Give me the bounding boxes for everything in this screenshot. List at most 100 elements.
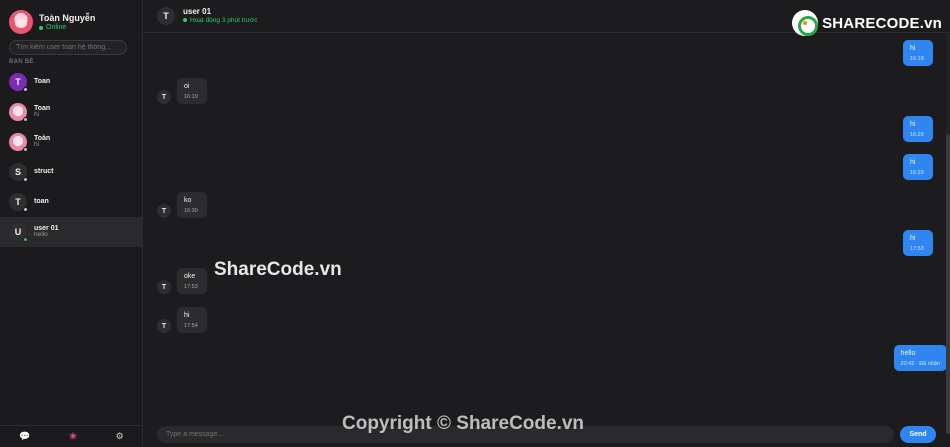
message-text: hi — [910, 45, 916, 52]
message-bubble[interactable]: oi 16:19 — [177, 78, 207, 104]
status-dot-icon — [23, 147, 28, 152]
status-dot-icon — [23, 177, 28, 182]
status-dot-icon — [23, 207, 28, 212]
message-list: hi 16:18 T oi 16:19 hi 16:29 hi 16:29 T … — [143, 34, 950, 421]
sender-avatar: T — [157, 90, 171, 104]
message-text: hello — [900, 350, 916, 357]
send-button[interactable]: Send — [900, 425, 936, 443]
contact-text: Toan — [34, 78, 50, 85]
contact-avatar — [9, 103, 28, 122]
user-search-input[interactable] — [9, 40, 127, 55]
message-bubble[interactable]: hi 17:54 — [177, 307, 207, 333]
message-time: 17:54 — [184, 323, 198, 329]
contact-item[interactable]: T toan — [0, 187, 142, 217]
message-bubble[interactable]: ko 16:30 — [177, 192, 207, 218]
message-bubble[interactable]: hello 20:42 · Đã nhận — [893, 345, 947, 371]
current-user-name: Toàn Nguyễn — [39, 13, 96, 23]
gear-icon[interactable]: ⚙ — [116, 431, 124, 442]
message-time: 16:30 — [184, 208, 198, 214]
message-text: oi — [184, 83, 190, 90]
contact-avatar: S — [9, 163, 28, 182]
message-incoming: T ko 16:30 — [157, 192, 207, 218]
contact-initial: T — [15, 77, 21, 87]
contact-avatar: U — [9, 223, 28, 242]
brain-icon[interactable]: ❀ — [69, 431, 77, 442]
message-outgoing: hi 17:53 — [903, 230, 933, 256]
watermark-text: ShareCode.vn — [214, 259, 342, 280]
message-incoming: T oi 16:19 — [157, 78, 207, 104]
scrollbar-thumb[interactable] — [946, 134, 950, 434]
sender-avatar: T — [157, 204, 171, 218]
contact-last-message: hello — [34, 231, 48, 239]
message-time: 17:53 — [910, 246, 924, 252]
current-user-status: Online — [39, 24, 95, 31]
message-text: ko — [184, 197, 192, 204]
message-text: oke — [184, 273, 196, 280]
message-text: hi — [910, 121, 916, 128]
message-time: 16:19 — [184, 94, 198, 100]
message-outgoing: hi 16:18 — [903, 40, 933, 66]
chat-partner-name: user 01 — [183, 7, 212, 17]
online-dot-icon — [23, 237, 28, 242]
chat-icon[interactable]: 💬 — [19, 431, 30, 442]
message-incoming: T hi 17:54 — [157, 307, 207, 333]
contact-name: Toan — [34, 78, 51, 86]
contact-avatar: T — [9, 73, 28, 92]
message-bubble[interactable]: oke 17:53 — [177, 268, 207, 294]
sharecode-logo: SHARECODE.vn — [792, 10, 942, 36]
contact-item[interactable]: Toan hi — [0, 97, 142, 127]
contact-item-active[interactable]: U user 01 hello — [0, 217, 142, 247]
sidebar-bottom-bar: 💬 ❀ ⚙ — [0, 425, 143, 447]
status-dot-icon — [23, 87, 28, 92]
current-user-info: Toàn Nguyễn Online — [39, 13, 95, 31]
message-bubble[interactable]: hi 16:29 — [903, 154, 933, 180]
status-dot-icon — [23, 117, 28, 122]
contact-name: toan — [34, 198, 49, 206]
contact-avatar — [9, 133, 28, 152]
message-text: hi — [910, 235, 916, 242]
message-text: hi — [910, 159, 916, 166]
copyright-watermark: Copyright © ShareCode.vn — [342, 413, 585, 434]
contact-name: struct — [34, 168, 54, 176]
chat-partner-status: Hoạt động 3 phút trước — [183, 17, 258, 24]
message-time: 17:53 — [184, 284, 198, 290]
current-user-status-text: Online — [46, 24, 67, 31]
status-dot-icon — [183, 18, 187, 23]
chat-partner-status-text: Hoạt động 3 phút trước — [190, 16, 258, 24]
sidebar: Toàn Nguyễn Online BẠN BÈ T Toan Toan — [0, 0, 143, 447]
sharecode-logo-text: SHARECODE.vn — [822, 15, 942, 32]
current-user[interactable]: Toàn Nguyễn Online — [0, 0, 142, 36]
friends-section-label: BẠN BÈ — [9, 59, 34, 65]
online-dot-icon — [39, 25, 43, 30]
logo-main: SHARECODE — [822, 14, 920, 32]
chat-panel: T user 01 Hoạt động 3 phút trước hi 16:1… — [143, 0, 950, 447]
contact-text: user 01 hello — [34, 225, 59, 239]
contact-avatar: T — [9, 193, 28, 212]
message-outgoing: hi 16:29 — [903, 154, 933, 180]
message-incoming: T oke 17:53 — [157, 268, 207, 294]
message-time: 16:29 — [910, 132, 924, 138]
message-bubble[interactable]: hi 16:29 — [903, 116, 933, 142]
contact-text: toan — [34, 198, 49, 205]
contact-text: struct — [34, 168, 53, 175]
message-time: 16:18 — [910, 56, 924, 62]
contact-list: T Toan Toan hi Toàn hi S struct T toan U… — [0, 67, 142, 247]
contact-item[interactable]: Toàn hi — [0, 127, 142, 157]
contact-item[interactable]: S struct — [0, 157, 142, 187]
sender-avatar: T — [157, 280, 171, 294]
message-scrollbar[interactable] — [946, 34, 950, 434]
message-bubble[interactable]: hi 17:53 — [903, 230, 933, 256]
sharecode-logo-icon — [792, 10, 819, 36]
message-time: 16:29 — [910, 170, 924, 176]
contact-item[interactable]: T Toan — [0, 67, 142, 97]
contact-last-message: hi — [34, 111, 40, 119]
chat-partner-info: user 01 Hoạt động 3 phút trước — [183, 7, 258, 24]
message-bubble[interactable]: hi 16:18 — [903, 40, 933, 66]
logo-suffix: .vn — [919, 14, 942, 32]
chat-app: Toàn Nguyễn Online BẠN BÈ T Toan Toan — [0, 0, 950, 447]
message-outgoing: hi 16:29 — [903, 116, 933, 142]
sender-avatar: T — [157, 319, 171, 333]
contact-last-message: hi — [34, 141, 40, 149]
current-user-avatar — [9, 10, 33, 34]
chat-partner-avatar: T — [157, 7, 175, 25]
